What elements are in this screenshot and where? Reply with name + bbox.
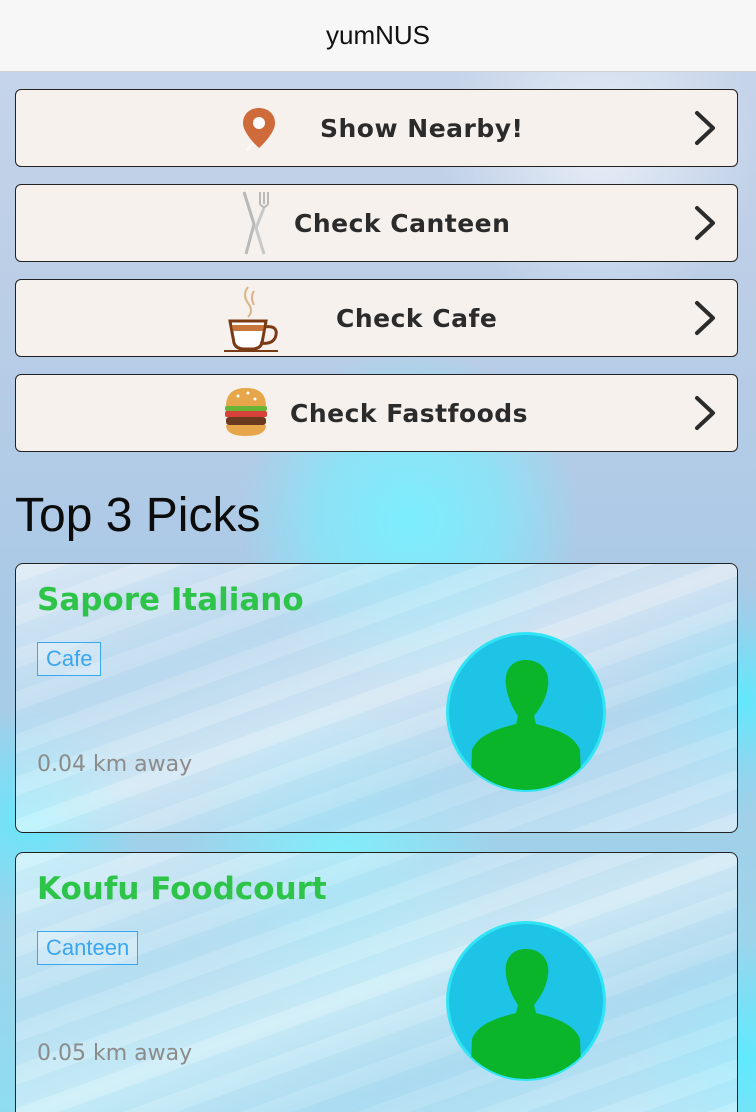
pick-card[interactable]: Sapore Italiano Cafe 0.04 km away [15,563,738,833]
check-cafe-button[interactable]: Check Cafe [15,279,738,357]
coffee-cup-icon [220,282,284,354]
check-canteen-label: Check Canteen [294,209,511,238]
avatar-icon [446,921,606,1081]
category-tag: Canteen [37,931,139,965]
app-title: yumNUS [325,20,430,50]
nav-bar: yumNUS [0,0,756,72]
check-fastfoods-button[interactable]: Check Fastfoods [15,374,738,452]
category-tag: Cafe [37,642,102,676]
pick-card[interactable]: Koufu Foodcourt Canteen 0.05 km away [15,852,738,1112]
place-name: Koufu Foodcourt [37,871,327,907]
fork-knife-icon [230,187,280,259]
chevron-right-icon [695,396,715,430]
show-nearby-label: Show Nearby! [320,114,524,143]
location-pin-icon [234,104,284,154]
section-title: Top 3 Picks [15,489,261,542]
show-nearby-button[interactable]: Show Nearby! [15,89,738,167]
burger-icon [222,381,270,443]
avatar-icon [446,632,606,792]
check-canteen-button[interactable]: Check Canteen [15,184,738,262]
chevron-right-icon [695,301,715,335]
place-name: Sapore Italiano [37,582,304,618]
check-cafe-label: Check Cafe [336,304,498,333]
distance-text: 0.05 km away [37,1041,193,1066]
chevron-right-icon [695,111,715,145]
chevron-right-icon [695,206,715,240]
distance-text: 0.04 km away [37,752,193,777]
check-fastfoods-label: Check Fastfoods [290,399,529,428]
